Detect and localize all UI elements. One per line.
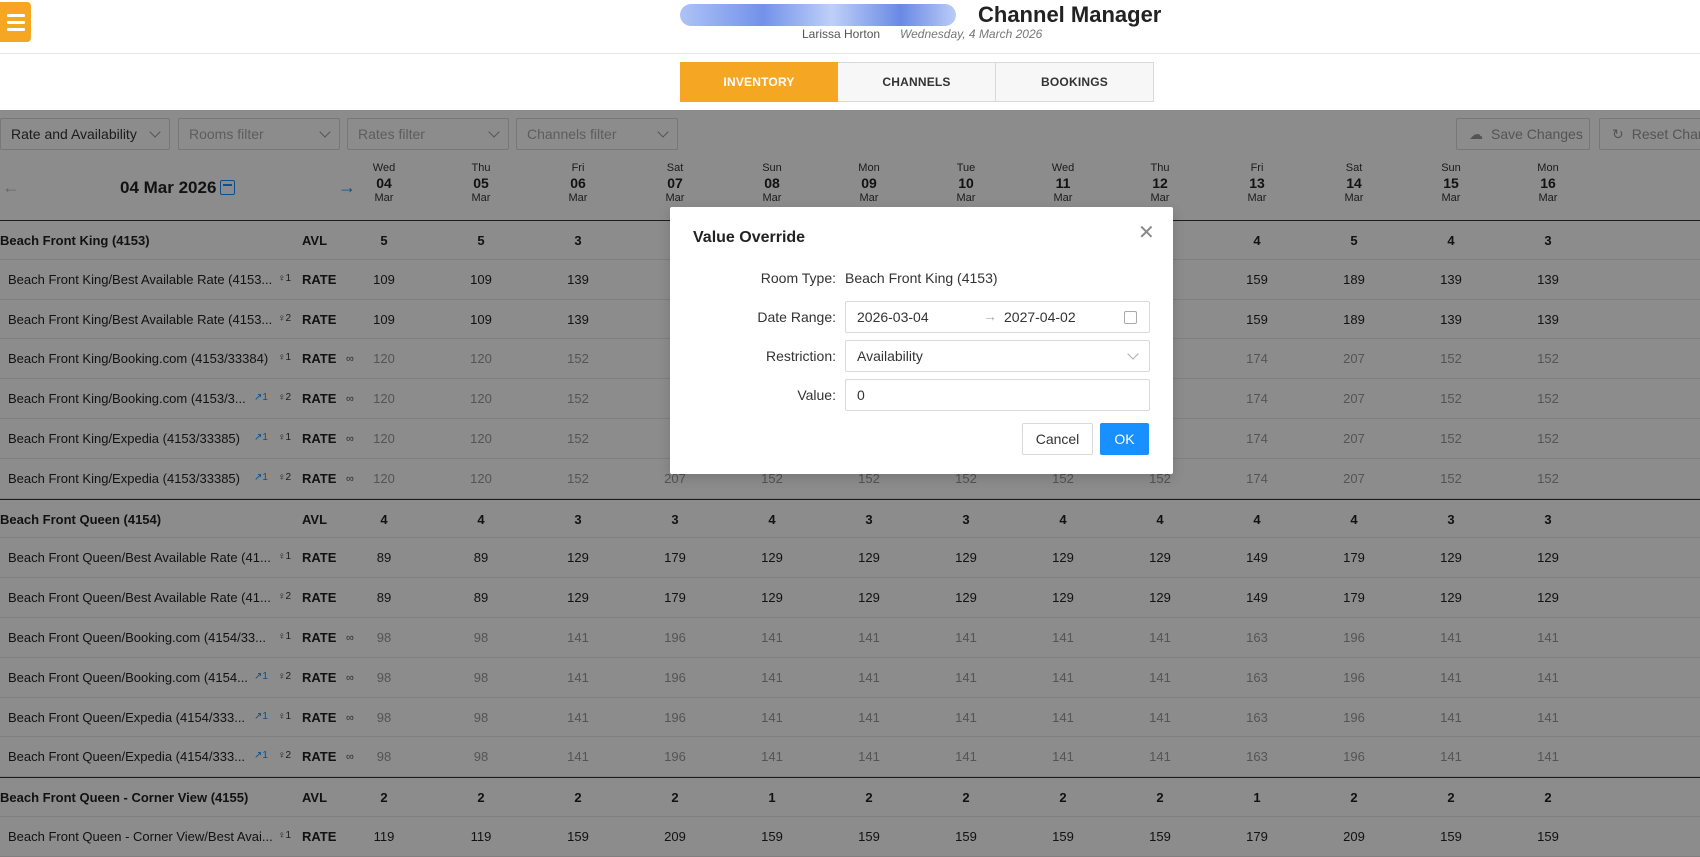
value-input[interactable]: 0	[845, 379, 1150, 411]
date-range-label: Date Range:	[757, 309, 836, 325]
calendar-icon	[1124, 311, 1137, 324]
main-tabs: INVENTORY CHANNELS BOOKINGS	[680, 62, 1154, 102]
top-bar: Channel Manager Larissa Horton Wednesday…	[0, 0, 1700, 54]
tab-bookings[interactable]: BOOKINGS	[996, 62, 1154, 102]
dialog-title: Value Override	[693, 229, 806, 246]
hamburger-menu-button[interactable]	[0, 2, 31, 42]
app-title: Channel Manager	[978, 2, 1162, 27]
arrow-right-icon: →	[983, 308, 997, 324]
ok-button[interactable]: OK	[1100, 423, 1149, 455]
tab-inventory[interactable]: INVENTORY	[680, 62, 838, 102]
room-type-value: Beach Front King (4153)	[845, 270, 998, 286]
chevron-down-icon	[1127, 348, 1139, 360]
current-date-text: Wednesday, 4 March 2026	[900, 27, 1043, 41]
blurred-logo	[680, 4, 956, 26]
close-icon[interactable]: ✕	[1138, 223, 1155, 243]
restriction-select[interactable]: Availability	[845, 340, 1150, 372]
hamburger-icon	[6, 13, 25, 17]
date-range-picker[interactable]: 2026-03-04 → 2027-04-02	[845, 301, 1150, 333]
date-range-end[interactable]: 2027-04-02	[1004, 309, 1076, 325]
room-type-label: Room Type:	[760, 270, 836, 286]
tab-channels[interactable]: CHANNELS	[838, 62, 996, 102]
restriction-label: Restriction:	[765, 348, 836, 364]
date-range-start[interactable]: 2026-03-04	[857, 309, 929, 325]
value-override-dialog: Value Override ✕ Room Type: Beach Front …	[670, 207, 1173, 474]
user-name: Larissa Horton	[802, 27, 881, 41]
value-label: Value:	[797, 387, 836, 403]
cancel-button[interactable]: Cancel	[1022, 423, 1093, 455]
